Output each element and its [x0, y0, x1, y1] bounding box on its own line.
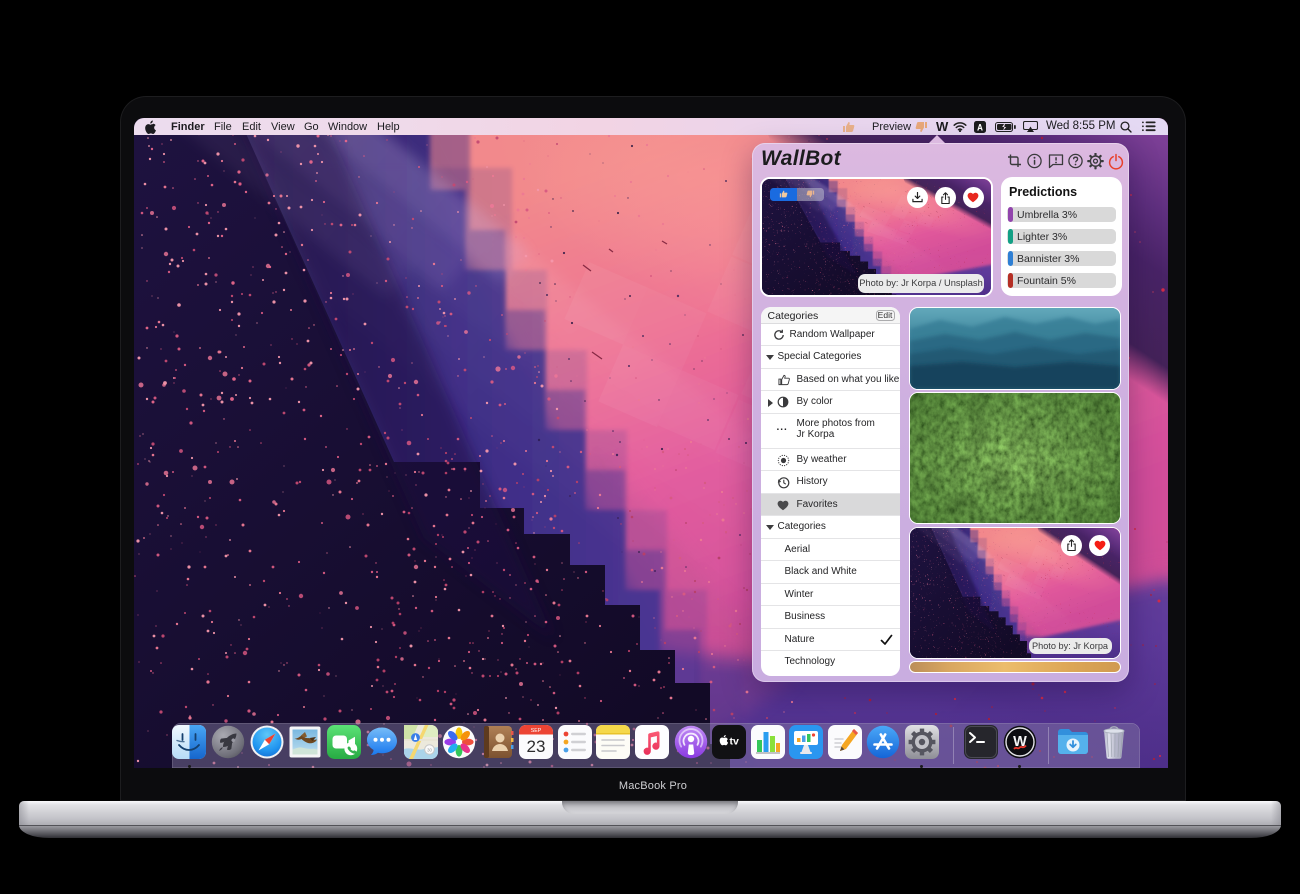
svg-text:SEP: SEP: [531, 728, 542, 734]
svg-text:30: 30: [427, 747, 432, 752]
svg-text:tv: tv: [730, 736, 739, 748]
svg-text:23: 23: [527, 737, 546, 756]
